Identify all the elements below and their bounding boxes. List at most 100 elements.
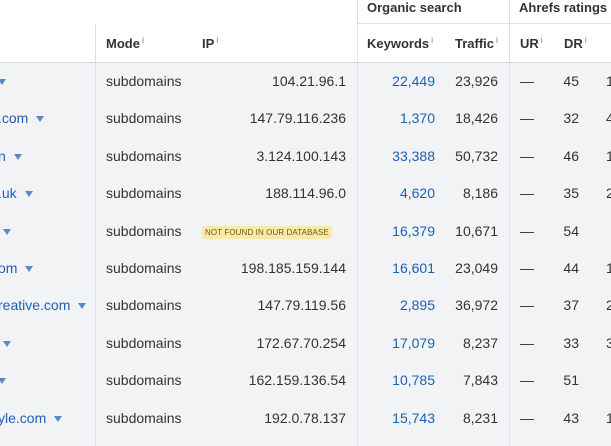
table-body: subdomains 104.21.96.1 22,449 23,926—45 1 .co… bbox=[0, 63, 611, 446]
domain-cell[interactable] bbox=[3, 213, 11, 250]
keywords-link[interactable]: 22,449 bbox=[365, 63, 435, 100]
chevron-down-icon[interactable] bbox=[3, 341, 11, 348]
dr-cell: 46 bbox=[563, 148, 579, 164]
column-header-traffic-label: Traffic bbox=[455, 36, 495, 51]
mode-cell: subdomains bbox=[106, 297, 182, 313]
dr-cell: 33 bbox=[563, 335, 579, 351]
ur-cell: — bbox=[520, 297, 534, 313]
column-header-dr[interactable]: DR i bbox=[564, 35, 587, 52]
info-icon[interactable]: i bbox=[496, 35, 498, 45]
chevron-down-icon[interactable] bbox=[0, 378, 6, 385]
mode-cell: subdomains bbox=[106, 260, 182, 276]
column-header-mode[interactable]: Mode i bbox=[106, 35, 144, 52]
table-header: Organic search Ahrefs ratings Mode i IP i … bbox=[0, 0, 611, 63]
column-header-mode-label: Mode bbox=[106, 36, 140, 51]
keywords-link[interactable]: 4,620 bbox=[365, 175, 435, 212]
keywords-link[interactable]: 10,785 bbox=[365, 362, 435, 399]
column-divider bbox=[95, 63, 96, 446]
column-header-keywords[interactable]: Keywords i bbox=[367, 35, 433, 52]
domain-cell[interactable]: yle.com bbox=[0, 400, 63, 437]
table-row: .com subdomains 147.79.116.236 1,370 18,426 —… bbox=[0, 100, 611, 137]
column-header-dr-label: DR bbox=[564, 36, 583, 51]
domain-link[interactable]: n bbox=[0, 148, 6, 164]
domain-link[interactable]: yle.com bbox=[0, 410, 46, 426]
ur-cell: — bbox=[520, 335, 534, 351]
next-column-cell: 1 bbox=[606, 260, 611, 276]
ip-cell: 172.67.70.254 bbox=[256, 335, 346, 351]
ip-not-found-badge: NOT FOUND IN OUR DATABASE bbox=[202, 225, 332, 239]
keywords-link[interactable]: 16,379 bbox=[365, 213, 435, 250]
traffic-cell: 8,237 bbox=[462, 335, 498, 351]
group-header-organic-search: Organic search bbox=[367, 0, 462, 15]
ur-cell: — bbox=[520, 260, 534, 276]
domain-cell[interactable] bbox=[3, 325, 11, 362]
domain-cell[interactable]: .uk bbox=[0, 175, 33, 212]
mode-cell: subdomains bbox=[106, 110, 182, 126]
chevron-down-icon[interactable] bbox=[0, 79, 6, 86]
ur-cell: — bbox=[520, 410, 534, 426]
domain-cell[interactable]: om bbox=[0, 250, 34, 287]
column-header-keywords-label: Keywords bbox=[367, 36, 430, 51]
info-icon[interactable]: i bbox=[431, 35, 433, 45]
column-divider bbox=[357, 63, 358, 446]
info-icon[interactable]: i bbox=[216, 35, 218, 45]
chevron-down-icon[interactable] bbox=[78, 303, 87, 310]
ip-cell: 3.124.100.143 bbox=[256, 148, 346, 164]
column-header-ur-label: UR bbox=[520, 36, 539, 51]
chevron-down-icon[interactable] bbox=[54, 416, 63, 423]
traffic-cell: 23,049 bbox=[455, 260, 498, 276]
mode-cell: subdomains bbox=[106, 223, 182, 239]
domain-link[interactable]: .uk bbox=[0, 185, 17, 201]
keywords-link[interactable]: 2,895 bbox=[365, 287, 435, 324]
chevron-down-icon[interactable] bbox=[3, 229, 11, 236]
keywords-link[interactable]: 16,601 bbox=[365, 250, 435, 287]
column-divider bbox=[95, 24, 96, 63]
traffic-cell: 10,671 bbox=[455, 223, 498, 239]
domain-cell[interactable]: .com bbox=[0, 100, 45, 137]
domain-link[interactable]: reative.com bbox=[0, 297, 70, 313]
domain-link[interactable]: .com bbox=[0, 110, 28, 126]
traffic-cell: 8,186 bbox=[462, 185, 498, 201]
keywords-link[interactable]: 1,370 bbox=[365, 100, 435, 137]
info-icon[interactable]: i bbox=[142, 35, 144, 45]
column-header-traffic[interactable]: Traffic i bbox=[455, 35, 498, 52]
dr-cell: 35 bbox=[563, 185, 579, 201]
domain-cell[interactable]: reative.com bbox=[0, 287, 87, 324]
group-header-ahrefs-ratings: Ahrefs ratings bbox=[519, 0, 608, 15]
traffic-cell: 36,972 bbox=[455, 297, 498, 313]
ur-cell: — bbox=[520, 73, 534, 89]
info-icon[interactable]: i bbox=[585, 35, 587, 45]
table-row: yle.com subdomains 192.0.78.137 15,743 8,231… bbox=[0, 400, 611, 437]
next-column-cell: 1 bbox=[606, 73, 611, 89]
next-column-cell: 2 bbox=[606, 297, 611, 313]
next-column-cell: 4 bbox=[606, 110, 611, 126]
table-row: subdomains NOT FOUND IN OUR DATABASE 16,37… bbox=[0, 213, 611, 250]
ip-cell: 104.21.96.1 bbox=[272, 73, 346, 89]
dr-cell: 45 bbox=[563, 73, 579, 89]
keywords-link[interactable]: 33,388 bbox=[365, 138, 435, 175]
domain-cell[interactable] bbox=[0, 362, 6, 399]
traffic-cell: 18,426 bbox=[455, 110, 498, 126]
domain-cell[interactable] bbox=[0, 63, 6, 100]
chevron-down-icon[interactable] bbox=[24, 191, 33, 198]
column-header-ur[interactable]: UR i bbox=[520, 35, 543, 52]
column-divider bbox=[509, 0, 510, 63]
chevron-down-icon[interactable] bbox=[13, 154, 22, 161]
column-header-ip[interactable]: IP i bbox=[202, 35, 218, 52]
domain-cell[interactable]: n bbox=[0, 138, 22, 175]
keywords-link[interactable]: 15,743 bbox=[365, 400, 435, 437]
traffic-cell: 7,843 bbox=[462, 372, 498, 388]
info-icon[interactable]: i bbox=[541, 35, 543, 45]
mode-cell: subdomains bbox=[106, 372, 182, 388]
chevron-down-icon[interactable] bbox=[25, 266, 34, 273]
table-row: .uk subdomains 188.114.96.0 4,620 8,186 — 35 2 bbox=[0, 175, 611, 212]
next-column-cell: 2 bbox=[606, 185, 611, 201]
table-row: reative.com subdomains 147.79.119.56 2,895 3… bbox=[0, 287, 611, 324]
chevron-down-icon[interactable] bbox=[36, 116, 45, 123]
table-row: subdomains 104.21.96.1 22,449 23,926 — 45 1 bbox=[0, 63, 611, 100]
domain-link[interactable]: om bbox=[0, 260, 17, 276]
mode-cell: subdomains bbox=[106, 148, 182, 164]
dr-cell: 32 bbox=[563, 110, 579, 126]
keywords-link[interactable]: 17,079 bbox=[365, 325, 435, 362]
dr-cell: 37 bbox=[563, 297, 579, 313]
